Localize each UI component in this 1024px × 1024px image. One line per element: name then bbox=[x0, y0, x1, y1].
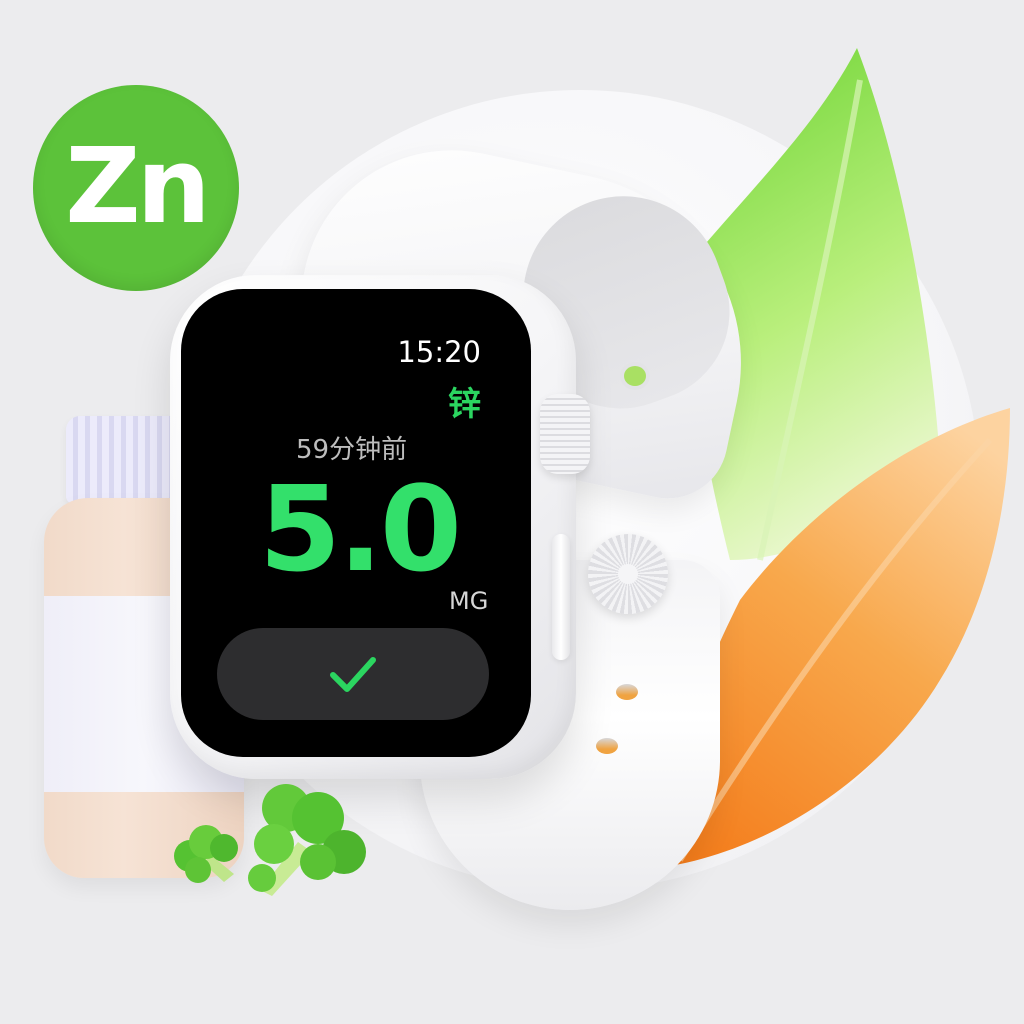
watch-band-hole bbox=[596, 738, 618, 754]
digital-crown[interactable] bbox=[540, 394, 590, 474]
scene: Zn 15:20 锌 59分钟前 5.0 MG bbox=[0, 0, 1024, 1024]
mineral-name: 锌 bbox=[448, 384, 481, 423]
time-display: 15:20 bbox=[397, 335, 481, 369]
watch-screen: 15:20 锌 59分钟前 5.0 MG bbox=[181, 289, 531, 757]
broccoli bbox=[174, 784, 366, 896]
band-release-button bbox=[588, 534, 668, 614]
dose-value: 5.0 bbox=[259, 460, 462, 598]
watch-band-hole bbox=[616, 684, 638, 700]
zn-badge: Zn bbox=[33, 85, 239, 291]
broccoli-large bbox=[248, 784, 366, 896]
watch-band-pin bbox=[624, 366, 646, 386]
zn-badge-text: Zn bbox=[65, 125, 210, 247]
check-icon bbox=[330, 657, 376, 692]
broccoli-small bbox=[174, 825, 238, 883]
watch-side-button[interactable] bbox=[552, 534, 570, 660]
dose-unit: MG bbox=[449, 587, 489, 615]
confirm-button[interactable] bbox=[217, 628, 489, 720]
